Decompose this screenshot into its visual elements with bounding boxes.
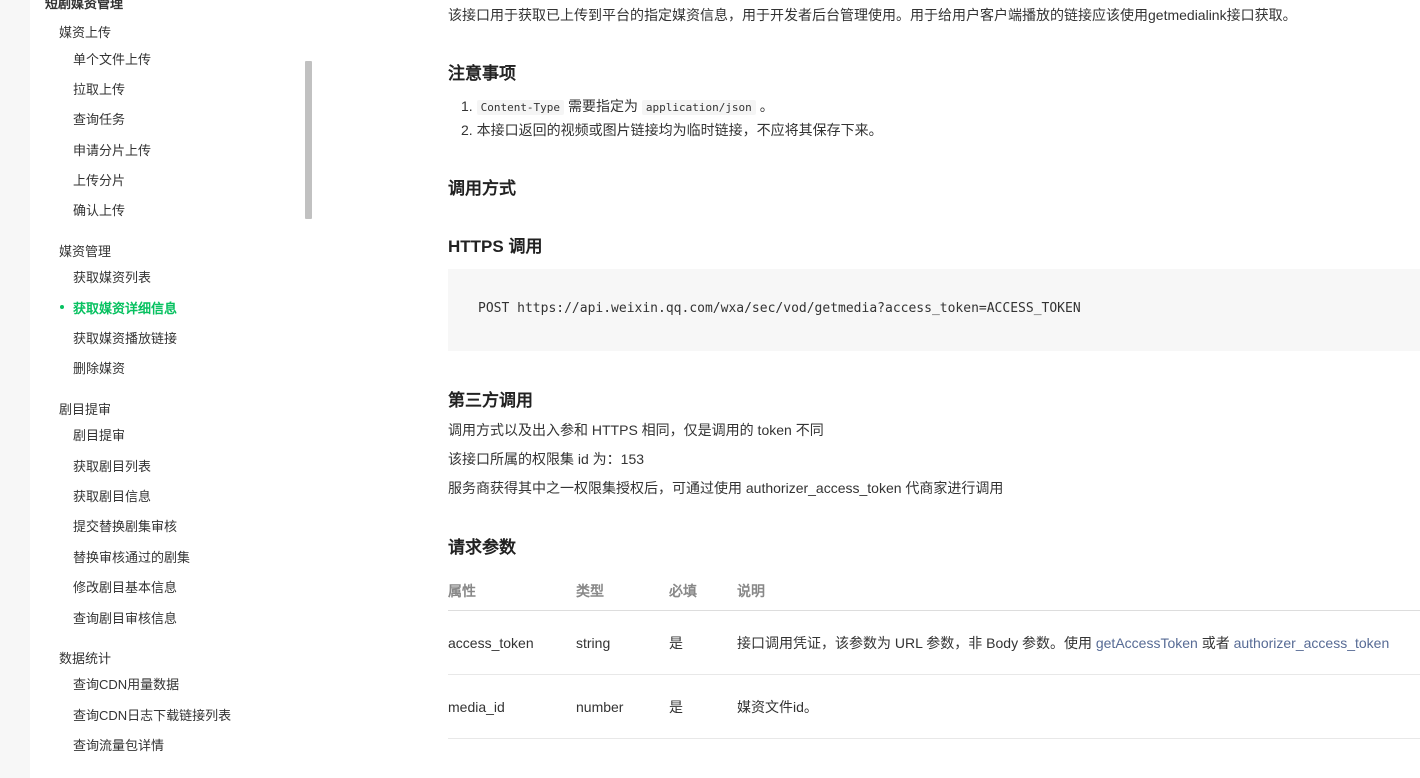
note-item-2: 2. 本接口返回的视频或图片链接均为临时链接，不应将其保存下来。 <box>461 120 883 140</box>
third-party-line-2: 该接口所属的权限集 id 为：153 <box>448 451 645 467</box>
active-bullet-icon <box>60 305 64 309</box>
sidebar-item-modify-drama[interactable]: 修改剧目基本信息 <box>73 577 177 596</box>
third-party-line-3: 服务商获得其中之一权限集授权后，可通过使用 authorizer_access_… <box>448 480 1004 496</box>
sidebar-item-delete-media[interactable]: 删除媒资 <box>73 358 125 377</box>
sidebar-group-upload[interactable]: 媒资上传 <box>59 22 111 41</box>
sidebar-item-single-upload[interactable]: 单个文件上传 <box>73 49 151 68</box>
sidebar-item-query-task[interactable]: 查询任务 <box>73 109 125 128</box>
sidebar-item-drama-info[interactable]: 获取剧目信息 <box>73 486 151 505</box>
notes-heading: 注意事项 <box>448 64 516 83</box>
sidebar-item-cdn-usage[interactable]: 查询CDN用量数据 <box>73 674 179 693</box>
authorizer-access-token-link[interactable]: authorizer_access_token <box>1234 635 1390 651</box>
param-required: 是 <box>669 674 737 739</box>
header-required: 必填 <box>669 572 737 611</box>
param-description: 媒资文件id。 <box>737 674 1420 739</box>
sidebar-item-drama-submit[interactable]: 剧目提审 <box>73 425 125 444</box>
intro-text: 该接口用于获取已上传到平台的指定媒资信息，用于开发者后台管理使用。用于给用户客户… <box>448 7 1297 23</box>
content-type-code: Content-Type <box>476 100 565 115</box>
sidebar-item-drama-list[interactable]: 获取剧目列表 <box>73 456 151 475</box>
third-party-line-1: 调用方式以及出入参和 HTTPS 相同，仅是调用的 token 不同 <box>448 422 824 438</box>
sidebar-item-traffic-package[interactable]: 查询流量包详情 <box>73 735 164 754</box>
table-header-row: 属性 类型 必填 说明 <box>448 572 1420 611</box>
sidebar-item-pull-upload[interactable]: 拉取上传 <box>73 79 125 98</box>
sidebar-nav: 短剧媒资管理 媒资上传 单个文件上传 拉取上传 查询任务 申请分片上传 上传分片… <box>0 0 305 778</box>
note1-end: 。 <box>759 98 774 114</box>
sidebar-item-media-detail[interactable]: 获取媒资详细信息 <box>73 298 177 317</box>
header-type: 类型 <box>576 572 669 611</box>
note-number-1: 1. <box>461 98 473 114</box>
note-item-1: 1. Content-Type 需要指定为 application/json 。 <box>461 96 774 116</box>
sidebar-item-confirm-upload[interactable]: 确认上传 <box>73 200 125 219</box>
https-code-block[interactable]: POST https://api.weixin.qq.com/wxa/sec/v… <box>448 269 1420 351</box>
note1-text: 需要指定为 <box>567 98 638 114</box>
note2-text: 本接口返回的视频或图片链接均为临时链接，不应将其保存下来。 <box>476 122 883 138</box>
sidebar-section-title[interactable]: 短剧媒资管理 <box>45 0 123 12</box>
sidebar-group-drama-review[interactable]: 剧目提审 <box>59 399 111 418</box>
param-name: access_token <box>448 610 576 675</box>
https-request-line[interactable]: POST https://api.weixin.qq.com/wxa/sec/v… <box>478 301 1081 316</box>
sidebar-scrollbar-thumb[interactable] <box>305 61 312 219</box>
sidebar-margin <box>0 0 30 778</box>
table-row: media_id number 是 媒资文件id。 <box>448 674 1420 739</box>
application-json-code: application/json <box>641 100 756 115</box>
request-params-heading: 请求参数 <box>448 538 516 557</box>
param-desc-or: 或者 <box>1201 634 1230 651</box>
header-description: 说明 <box>737 572 1420 611</box>
sidebar-item-query-review[interactable]: 查询剧目审核信息 <box>73 608 177 627</box>
doc-content: 该接口用于获取已上传到平台的指定媒资信息，用于开发者后台管理使用。用于给用户客户… <box>448 0 1420 778</box>
param-name: media_id <box>448 674 576 739</box>
sidebar-group-stats[interactable]: 数据统计 <box>59 648 111 667</box>
param-description: 接口调用凭证，该参数为 URL 参数，非 Body 参数。使用 getAcces… <box>737 610 1420 675</box>
sidebar-group-media[interactable]: 媒资管理 <box>59 241 111 260</box>
param-required: 是 <box>669 610 737 675</box>
header-attribute: 属性 <box>448 572 576 611</box>
param-type: number <box>576 674 669 739</box>
sidebar-item-apply-multipart[interactable]: 申请分片上传 <box>73 140 151 159</box>
sidebar-item-replace-approved[interactable]: 替换审核通过的剧集 <box>73 547 190 566</box>
param-desc-text: 接口调用凭证，该参数为 URL 参数，非 Body 参数。使用 <box>737 634 1092 651</box>
sidebar-item-media-link[interactable]: 获取媒资播放链接 <box>73 328 177 347</box>
request-params-table: 属性 类型 必填 说明 access_token string 是 接口调用凭证… <box>448 572 1420 739</box>
note-number-2: 2. <box>461 122 473 138</box>
sidebar-item-replace-episode[interactable]: 提交替换剧集审核 <box>73 516 177 535</box>
https-heading: HTTPS 调用 <box>448 237 543 256</box>
get-access-token-link[interactable]: getAccessToken <box>1096 635 1198 651</box>
sidebar-item-media-list[interactable]: 获取媒资列表 <box>73 267 151 286</box>
third-party-heading: 第三方调用 <box>448 391 533 410</box>
sidebar-item-cdn-logs[interactable]: 查询CDN日志下载链接列表 <box>73 705 231 724</box>
call-method-heading: 调用方式 <box>448 179 516 198</box>
sidebar-item-upload-part[interactable]: 上传分片 <box>73 170 125 189</box>
param-type: string <box>576 610 669 675</box>
table-row: access_token string 是 接口调用凭证，该参数为 URL 参数… <box>448 610 1420 675</box>
